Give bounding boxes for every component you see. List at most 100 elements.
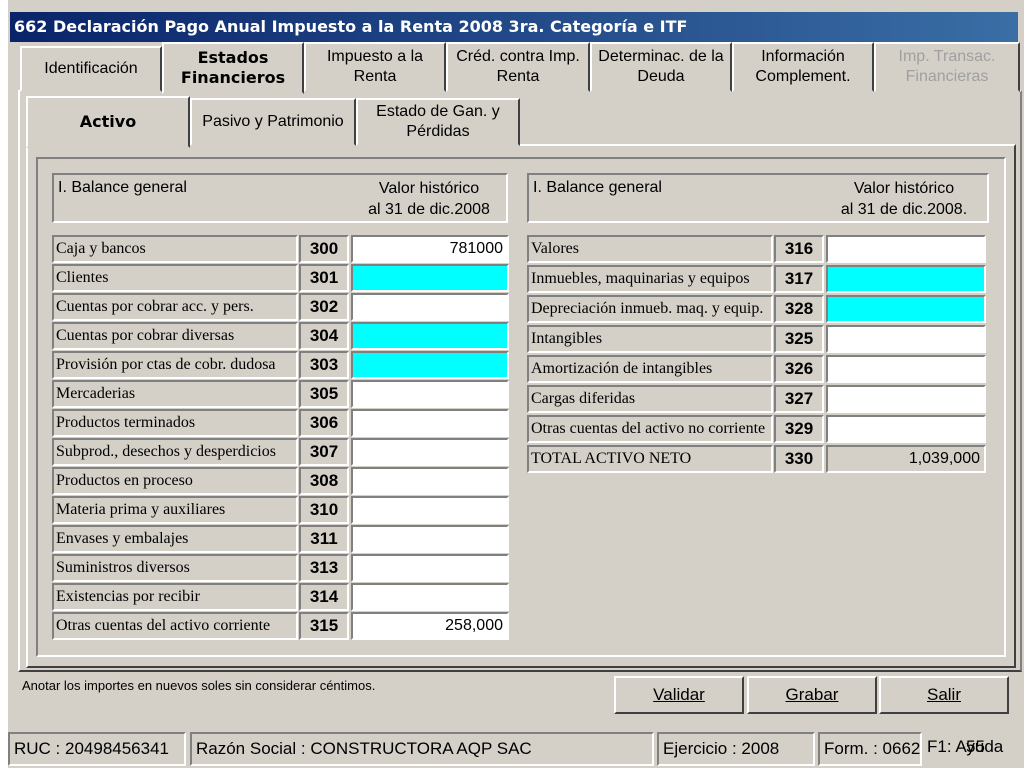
tab-label-line1: Información [761, 48, 845, 65]
amount-input[interactable] [826, 265, 986, 293]
amount-input[interactable] [351, 293, 509, 321]
account-code: 305 [299, 380, 349, 408]
account-label: Provisión por ctas de cobr. dudosa [52, 351, 298, 379]
account-label: Productos terminados [52, 409, 298, 437]
tab-label-line2: Renta [496, 68, 540, 85]
subtab-pasivo-patrimonio[interactable]: Pasivo y Patrimonio [190, 98, 356, 146]
amount-input[interactable] [351, 380, 509, 408]
account-label: Productos en proceso [52, 467, 298, 495]
grabar-label: Grabar [785, 685, 839, 704]
status-razon-social: Razón Social : CONSTRUCTORA AQP SAC [190, 732, 654, 766]
account-label: Valores [527, 235, 773, 263]
account-label: Otras cuentas del activo corriente [52, 612, 298, 640]
account-code: 308 [299, 467, 349, 495]
total-value-field: 1,039,000 [826, 445, 986, 473]
right-section-header: I. Balance general Valor histórico al 31… [527, 173, 989, 223]
tab-label-line1: Créd. contra Imp. [456, 48, 580, 65]
account-label: Suministros diversos [52, 554, 298, 582]
account-code: 330 [774, 445, 824, 473]
tab-identificacion[interactable]: Identificación [20, 46, 162, 92]
account-code: 327 [774, 385, 824, 413]
tab-estados-financieros[interactable]: Estados Financieros [162, 42, 304, 94]
account-code: 304 [299, 322, 349, 350]
amount-input[interactable] [826, 295, 986, 323]
account-label: Cuentas por cobrar diversas [52, 322, 298, 350]
account-code: 325 [774, 325, 824, 353]
status-formulario: Form. : 0662 [818, 732, 922, 766]
amount-input[interactable] [826, 385, 986, 413]
account-code: 313 [299, 554, 349, 582]
amount-input[interactable] [351, 438, 509, 466]
value-column-header: Valor histórico al 31 de dic.2008 [354, 178, 504, 220]
amount-input[interactable] [826, 355, 986, 383]
account-label: Envases y embalajes [52, 525, 298, 553]
salir-label: Salir [926, 685, 961, 704]
tab-label: Identificación [44, 60, 138, 77]
amount-input[interactable] [351, 583, 509, 611]
account-code: 310 [299, 496, 349, 524]
amount-input[interactable] [351, 467, 509, 495]
account-label: Amortización de intangibles [527, 355, 773, 383]
amount-input[interactable] [351, 322, 509, 350]
subtab-estado-ganancias-perdidas[interactable]: Estado de Gan. y Pérdidas [356, 98, 520, 146]
validar-label: Validar [653, 685, 705, 704]
account-code: 311 [299, 525, 349, 553]
tab-label-line1: Estados [197, 48, 269, 67]
status-ejercicio: Ejercicio : 2008 [657, 732, 815, 766]
tab-impuesto-renta[interactable]: Impuesto a la Renta [304, 42, 446, 92]
value-header-line1: Valor histórico [378, 180, 480, 197]
account-label: Depreciación inmueb. maq. y equip. [527, 295, 773, 323]
amount-input[interactable]: 258,000 [351, 612, 509, 640]
amount-input[interactable] [826, 235, 986, 263]
amount-input[interactable] [351, 351, 509, 379]
amount-input[interactable]: 781000 [351, 235, 509, 263]
value-header-line2: al 31 de dic.2008. [840, 201, 968, 218]
account-label: Intangibles [527, 325, 773, 353]
tab-label-line1: Impuesto a la [326, 48, 424, 65]
account-code: 307 [299, 438, 349, 466]
section-title: I. Balance general [58, 179, 187, 196]
account-code: 328 [774, 295, 824, 323]
grabar-button[interactable]: Grabar [747, 676, 877, 714]
account-code: 315 [299, 612, 349, 640]
account-label: Existencias por recibir [52, 583, 298, 611]
instruction-note: Anotar los importes en nuevos soles sin … [22, 678, 376, 693]
tab-imp-transacciones-financieras: Imp. Transac. Financieras [874, 42, 1020, 92]
account-code: 316 [774, 235, 824, 263]
amount-input[interactable] [826, 325, 986, 353]
salir-button[interactable]: Salir [879, 676, 1009, 714]
window-title: 662 Declaración Pago Anual Impuesto a la… [10, 12, 1018, 42]
tab-determinacion-deuda[interactable]: Determinac. de la Deuda [590, 42, 732, 92]
validar-button[interactable]: Validar [614, 676, 744, 714]
tab-label-line1: Imp. Transac. [898, 48, 996, 65]
subtab-activo[interactable]: Activo [26, 96, 190, 148]
account-label: Materia prima y auxiliares [52, 496, 298, 524]
amount-input[interactable] [351, 554, 509, 582]
account-code: 302 [299, 293, 349, 321]
tab-creditos-contra-impuesto[interactable]: Créd. contra Imp. Renta [446, 42, 590, 92]
window-left-edge [0, 0, 8, 768]
declaration-window: 662 Declaración Pago Anual Impuesto a la… [0, 0, 1024, 768]
subtab-label-line1: Estado de Gan. y [376, 103, 500, 120]
account-label: Clientes [52, 264, 298, 292]
amount-input[interactable] [826, 415, 986, 443]
account-label: Caja y bancos [52, 235, 298, 263]
amount-input[interactable] [351, 264, 509, 292]
section-title: I. Balance general [533, 179, 662, 196]
subtab-label: Pasivo y Patrimonio [202, 113, 344, 130]
subtab-label: Activo [79, 112, 137, 131]
left-section-header: I. Balance general Valor histórico al 31… [52, 173, 508, 223]
account-code: 300 [299, 235, 349, 263]
amount-input[interactable] [351, 409, 509, 437]
account-code: 314 [299, 583, 349, 611]
tab-informacion-complementaria[interactable]: Información Complement. [732, 42, 874, 92]
amount-input[interactable] [351, 496, 509, 524]
account-label: Mercaderias [52, 380, 298, 408]
account-code: 301 [299, 264, 349, 292]
account-label: Cuentas por cobrar acc. y pers. [52, 293, 298, 321]
status-ruc: RUC : 20498456341 [8, 732, 186, 766]
value-column-header: Valor histórico al 31 de dic.2008. [829, 178, 979, 220]
account-code: 329 [774, 415, 824, 443]
amount-input[interactable] [351, 525, 509, 553]
tab-label-line2: Deuda [637, 68, 685, 85]
